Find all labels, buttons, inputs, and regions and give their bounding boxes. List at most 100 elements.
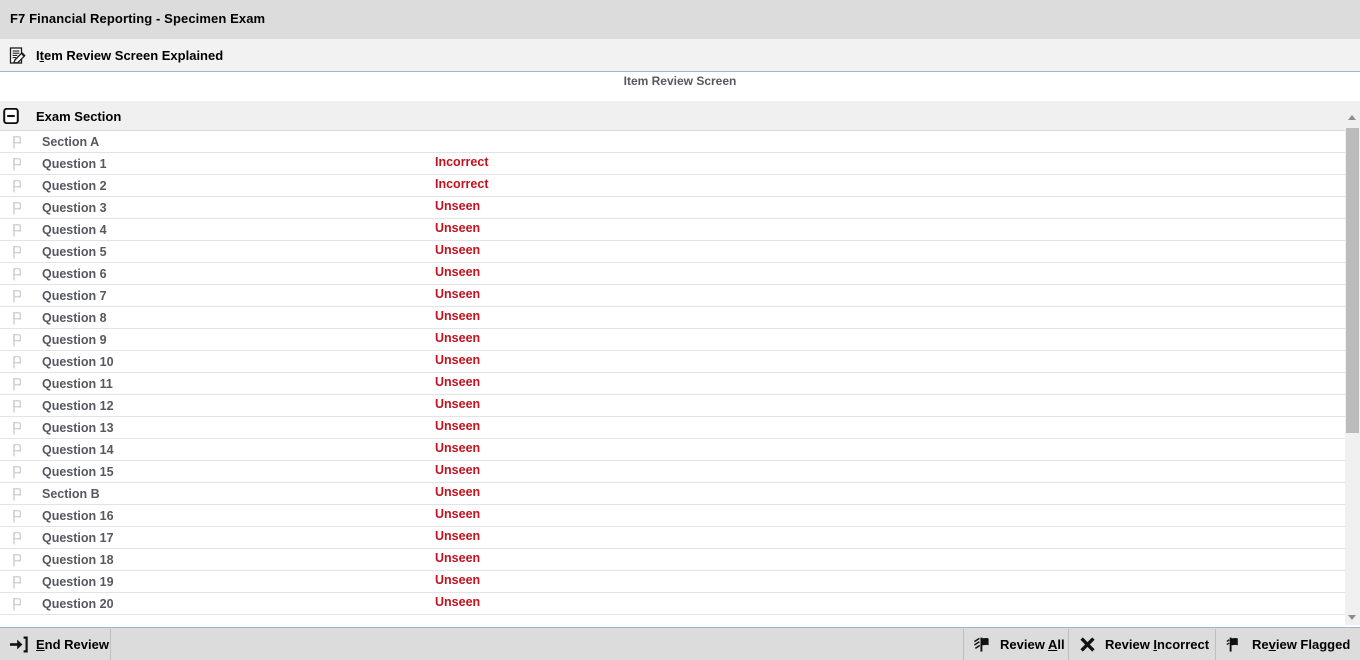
status-badge: Unseen [435,595,480,609]
table-row[interactable]: Question 13Unseen [0,417,1345,439]
table-row[interactable]: Question 10 Unseen [0,351,1345,373]
table-row[interactable]: Question 1Incorrect [0,153,1345,175]
review-all-button[interactable]: Review All [964,628,1074,660]
window-title: F7 Financial Reporting - Specimen Exam [10,11,265,26]
status-badge: Unseen [435,331,480,345]
scrollbar-thumb[interactable] [1346,128,1359,433]
row-item-label: Question 2 [42,179,107,193]
row-item-label: Question 14 [42,443,114,457]
flag-filled-icon [1225,635,1244,654]
table-row[interactable]: Question 20 Unseen [0,593,1345,615]
flag-outline-icon[interactable] [9,442,26,459]
row-item-label: Question 9 [42,333,107,347]
review-incorrect-button[interactable]: Review Incorrect [1069,628,1218,660]
status-badge: Unseen [435,551,480,565]
row-item-label: Section B [42,487,100,501]
flag-outline-icon[interactable] [9,244,26,261]
status-badge: Unseen [435,573,480,587]
flag-outline-icon[interactable] [9,156,26,173]
status-badge: Unseen [435,463,480,477]
end-review-button[interactable]: End Review [0,628,118,660]
flag-outline-icon[interactable] [9,288,26,305]
status-badge: Unseen [435,287,480,301]
exit-arrow-icon [9,635,28,654]
row-item-label: Question 6 [42,267,107,281]
triangle-up-icon[interactable] [1345,110,1360,125]
flag-outline-icon[interactable] [9,398,26,415]
flag-outline-icon[interactable] [9,508,26,525]
table-row[interactable]: Question 12Unseen [0,395,1345,417]
table-row[interactable]: Question 6 Unseen [0,263,1345,285]
table-row[interactable]: Question 11Unseen [0,373,1345,395]
menu-item-item-review-explained[interactable]: Item Review Screen Explained [4,43,228,68]
status-badge: Unseen [435,397,480,411]
status-badge: Unseen [435,375,480,389]
flag-outline-icon[interactable] [9,178,26,195]
flag-outline-icon[interactable] [9,266,26,283]
table-row[interactable]: Question 19 Unseen [0,571,1345,593]
flag-outline-icon[interactable] [9,376,26,393]
row-item-label: Question 20 [42,597,114,611]
table-row[interactable]: Question 3Unseen [0,197,1345,219]
table-row[interactable]: Question 4Unseen [0,219,1345,241]
row-item-label: Section A [42,135,99,149]
flag-outline-icon[interactable] [9,310,26,327]
flag-outline-icon[interactable] [9,486,26,503]
table-row[interactable]: Question 18Unseen [0,549,1345,571]
flag-outline-icon[interactable] [9,530,26,547]
status-badge: Unseen [435,353,480,367]
review-all-label: Review All [1000,637,1065,652]
end-review-accelerator: E [36,637,45,652]
review-all-label-post: ll [1057,637,1064,652]
exam-section-group-header: Exam Section [0,101,1360,131]
toolbar-separator-left [110,629,111,660]
status-badge: Incorrect [435,155,489,169]
flag-outline-icon[interactable] [9,354,26,371]
list-vertical-scrollbar[interactable] [1345,110,1360,625]
status-badge: Unseen [435,485,480,499]
table-row[interactable]: Section B Unseen [0,483,1345,505]
flag-outline-icon[interactable] [9,552,26,569]
table-row[interactable]: Section A [0,131,1345,153]
status-badge: Unseen [435,265,480,279]
flag-outline-icon[interactable] [9,574,26,591]
minus-box-icon[interactable] [3,108,19,124]
table-row[interactable]: Question 2 Incorrect [0,175,1345,197]
x-mark-icon [1078,635,1097,654]
review-flagged-label: Review Flagged [1252,637,1350,652]
row-item-label: Question 13 [42,421,114,435]
status-badge: Unseen [435,221,480,235]
row-item-label: Question 10 [42,355,114,369]
table-row[interactable]: Question 9 Unseen [0,329,1345,351]
item-review-list[interactable]: Section A Question 1Incorrect Question 2 In… [0,131,1345,625]
table-row[interactable]: Question 14 Unseen [0,439,1345,461]
table-row[interactable]: Question 8Unseen [0,307,1345,329]
flag-outline-icon[interactable] [9,332,26,349]
row-item-label: Question 19 [42,575,114,589]
table-row[interactable]: Question 7 Unseen [0,285,1345,307]
table-row[interactable]: Question 15Unseen [0,461,1345,483]
review-flagged-accelerator: v [1269,637,1276,652]
status-badge: Incorrect [435,177,489,191]
flag-outline-icon[interactable] [9,464,26,481]
menu-label-post: em Review Screen Explained [44,48,223,63]
flag-outline-icon[interactable] [9,420,26,437]
exam-section-label: Exam Section [36,109,121,124]
flag-outline-icon[interactable] [9,222,26,239]
review-incorrect-label: Review Incorrect [1105,637,1209,652]
flag-outline-icon[interactable] [9,200,26,217]
exam-review-window: F7 Financial Reporting - Specimen Exam I… [0,0,1360,660]
table-row[interactable]: Question 16Unseen [0,505,1345,527]
flag-outline-icon[interactable] [9,596,26,613]
status-badge: Unseen [435,309,480,323]
flags-multiple-icon [973,635,992,654]
row-item-label: Question 7 [42,289,107,303]
flag-outline-icon[interactable] [9,134,26,151]
review-incorrect-label-pre: Review [1105,637,1153,652]
review-flagged-button[interactable]: Review Flagged [1216,628,1359,660]
status-badge: Unseen [435,441,480,455]
table-row[interactable]: Question 17Unseen [0,527,1345,549]
triangle-down-icon[interactable] [1345,610,1360,625]
table-row[interactable]: Question 5Unseen [0,241,1345,263]
status-badge: Unseen [435,199,480,213]
